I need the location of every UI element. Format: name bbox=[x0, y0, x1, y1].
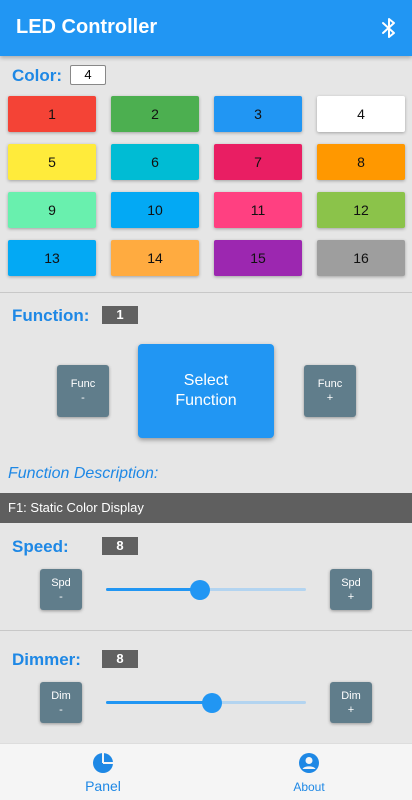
color-swatch[interactable]: 13 bbox=[8, 240, 96, 276]
function-description-label: Function Description: bbox=[8, 465, 159, 482]
color-swatch[interactable]: 6 bbox=[111, 144, 199, 180]
color-swatch[interactable]: 8 bbox=[317, 144, 405, 180]
dimmer-minus-line2: - bbox=[59, 703, 63, 716]
color-swatch[interactable]: 15 bbox=[214, 240, 302, 276]
color-swatch[interactable]: 4 bbox=[317, 96, 405, 132]
nav-panel-label: Panel bbox=[85, 778, 121, 794]
color-swatch[interactable]: 10 bbox=[111, 192, 199, 228]
color-swatch[interactable]: 11 bbox=[214, 192, 302, 228]
function-label: Function: bbox=[12, 306, 90, 325]
dimmer-slider-fill bbox=[106, 701, 212, 704]
func-prev-line1: Func bbox=[70, 378, 96, 390]
select-function-button[interactable]: Select Function bbox=[138, 344, 274, 438]
func-next-line1: Func bbox=[317, 378, 343, 390]
color-swatch[interactable]: 9 bbox=[8, 192, 96, 228]
dimmer-plus-line2: + bbox=[347, 703, 355, 716]
function-description: F1: Static Color Display bbox=[0, 493, 412, 523]
dimmer-minus-line1: Dim bbox=[51, 689, 71, 702]
speed-minus-button[interactable]: Spd - bbox=[40, 569, 82, 610]
func-next-button[interactable]: Func + bbox=[304, 365, 356, 417]
color-label: Color: bbox=[12, 66, 63, 85]
nav-item-panel[interactable]: Panel bbox=[0, 744, 206, 800]
nav-about-label: About bbox=[293, 780, 325, 794]
account-circle-icon bbox=[299, 753, 319, 773]
speed-slider-thumb[interactable] bbox=[190, 579, 210, 600]
color-swatch[interactable]: 2 bbox=[111, 96, 199, 132]
select-function-line1: Select bbox=[183, 372, 229, 389]
dimmer-slider-thumb[interactable] bbox=[202, 692, 222, 713]
speed-minus-line1: Spd bbox=[51, 576, 71, 589]
nav-item-about[interactable]: About bbox=[206, 744, 412, 800]
bottom-navigation: Panel About bbox=[0, 743, 412, 800]
color-swatch[interactable]: 12 bbox=[317, 192, 405, 228]
dimmer-plus-line1: Dim bbox=[341, 689, 361, 702]
speed-plus-button[interactable]: Spd + bbox=[330, 569, 372, 610]
bluetooth-icon[interactable] bbox=[380, 16, 398, 40]
func-prev-line2: - bbox=[81, 392, 85, 404]
speed-plus-line1: Spd bbox=[341, 576, 361, 589]
dimmer-label: Dimmer: bbox=[12, 650, 81, 669]
color-swatch[interactable]: 7 bbox=[214, 144, 302, 180]
color-value-field: 4 bbox=[70, 65, 106, 85]
speed-plus-line2: + bbox=[347, 590, 355, 603]
speed-slider-fill bbox=[106, 588, 200, 591]
dimmer-plus-button[interactable]: Dim + bbox=[330, 682, 372, 723]
divider bbox=[0, 292, 412, 293]
speed-label: Speed: bbox=[12, 537, 69, 556]
color-swatch[interactable]: 5 bbox=[8, 144, 96, 180]
func-next-line2: + bbox=[326, 392, 334, 404]
color-swatch[interactable]: 1 bbox=[8, 96, 96, 132]
color-swatch[interactable]: 14 bbox=[111, 240, 199, 276]
pie-chart-icon bbox=[93, 753, 113, 773]
app-bar: LED Controller bbox=[0, 0, 412, 56]
speed-minus-line2: - bbox=[59, 590, 63, 603]
function-value: 1 bbox=[102, 306, 138, 324]
dimmer-value: 8 bbox=[102, 650, 138, 668]
dimmer-slider[interactable] bbox=[106, 692, 306, 713]
divider bbox=[0, 630, 412, 631]
color-swatch[interactable]: 3 bbox=[214, 96, 302, 132]
select-function-line2: Function bbox=[175, 392, 237, 409]
dimmer-minus-button[interactable]: Dim - bbox=[40, 682, 82, 723]
speed-value: 8 bbox=[102, 537, 138, 555]
speed-slider[interactable] bbox=[106, 579, 306, 600]
app-title: LED Controller bbox=[16, 16, 158, 38]
func-prev-button[interactable]: Func - bbox=[57, 365, 109, 417]
color-swatch[interactable]: 16 bbox=[317, 240, 405, 276]
